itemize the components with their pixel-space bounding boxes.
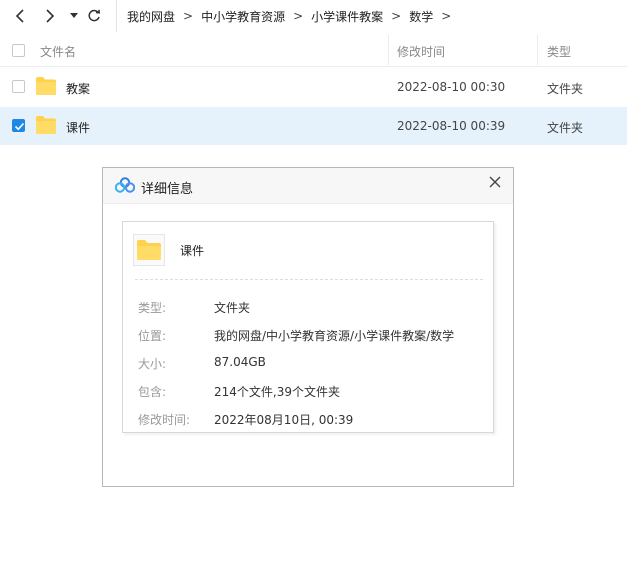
breadcrumb-separator: > bbox=[183, 9, 194, 23]
row-modified-time: 2022-08-10 00:39 bbox=[397, 119, 506, 133]
close-icon[interactable] bbox=[487, 174, 503, 190]
baidu-netdisk-logo-icon bbox=[115, 177, 135, 193]
toolbar: 我的网盘 > 中小学教育资源 > 小学课件教案 > 数学 > bbox=[0, 0, 627, 32]
breadcrumb-separator[interactable]: > bbox=[441, 9, 451, 23]
row-checkbox[interactable] bbox=[12, 80, 25, 93]
history-dropdown-icon[interactable] bbox=[66, 8, 82, 24]
forward-icon[interactable] bbox=[42, 8, 58, 24]
details-dialog: 详细信息 课件 类型: 文件夹 位置: 我的网盘/中小学教育资源/小学课件教案/… bbox=[102, 167, 514, 487]
detail-value: 2022年08月10日, 00:39 bbox=[214, 413, 354, 427]
select-all-checkbox[interactable] bbox=[12, 44, 25, 57]
column-divider[interactable] bbox=[537, 35, 538, 65]
file-list-header: 文件名 修改时间 类型 bbox=[0, 33, 627, 67]
breadcrumb-item[interactable]: 小学课件教案 bbox=[311, 8, 383, 25]
row-file-name[interactable]: 课件 bbox=[66, 119, 90, 136]
breadcrumb-item[interactable]: 我的网盘 bbox=[127, 8, 175, 25]
row-file-name[interactable]: 教案 bbox=[66, 80, 90, 97]
row-checkbox[interactable] bbox=[12, 119, 25, 132]
folder-thumbnail bbox=[133, 234, 165, 266]
detail-value: 214个文件,39个文件夹 bbox=[214, 385, 340, 399]
detail-label: 类型: bbox=[138, 301, 167, 315]
detail-value: 文件夹 bbox=[214, 301, 251, 315]
column-divider[interactable] bbox=[388, 35, 389, 65]
detail-label: 修改时间: bbox=[138, 413, 191, 427]
dialog-title: 详细信息 bbox=[141, 182, 194, 197]
details-file-name: 课件 bbox=[180, 244, 205, 258]
refresh-icon[interactable] bbox=[86, 8, 102, 24]
row-file-type: 文件夹 bbox=[547, 121, 584, 135]
breadcrumb-item[interactable]: 中小学教育资源 bbox=[201, 8, 285, 25]
row-file-type: 文件夹 bbox=[547, 82, 584, 96]
breadcrumb: 我的网盘 > 中小学教育资源 > 小学课件教案 > 数学 > bbox=[116, 0, 459, 32]
folder-icon bbox=[36, 77, 56, 95]
divider bbox=[135, 279, 483, 280]
row-modified-time: 2022-08-10 00:30 bbox=[397, 80, 506, 94]
breadcrumb-separator: > bbox=[293, 9, 304, 23]
column-header-name[interactable]: 文件名 bbox=[40, 43, 76, 60]
detail-label: 位置: bbox=[138, 329, 167, 343]
details-panel: 课件 类型: 文件夹 位置: 我的网盘/中小学教育资源/小学课件教案/数学 大小… bbox=[122, 221, 494, 433]
detail-label: 包含: bbox=[138, 385, 167, 399]
column-header-modified[interactable]: 修改时间 bbox=[397, 43, 445, 60]
breadcrumb-separator: > bbox=[391, 9, 402, 23]
back-icon[interactable] bbox=[12, 8, 28, 24]
checkmark-icon bbox=[14, 122, 25, 131]
table-row[interactable]: 课件 2022-08-10 00:39 文件夹 bbox=[0, 107, 627, 145]
folder-icon bbox=[36, 116, 56, 134]
column-header-type[interactable]: 类型 bbox=[547, 43, 571, 60]
table-row[interactable]: 教案 2022-08-10 00:30 文件夹 bbox=[0, 68, 627, 106]
breadcrumb-item[interactable]: 数学 bbox=[409, 8, 433, 25]
detail-label: 大小: bbox=[138, 357, 167, 371]
detail-value: 我的网盘/中小学教育资源/小学课件教案/数学 bbox=[214, 329, 455, 343]
folder-icon bbox=[137, 240, 161, 260]
detail-value: 87.04GB bbox=[214, 355, 266, 369]
dialog-title-bar[interactable]: 详细信息 bbox=[103, 168, 513, 204]
